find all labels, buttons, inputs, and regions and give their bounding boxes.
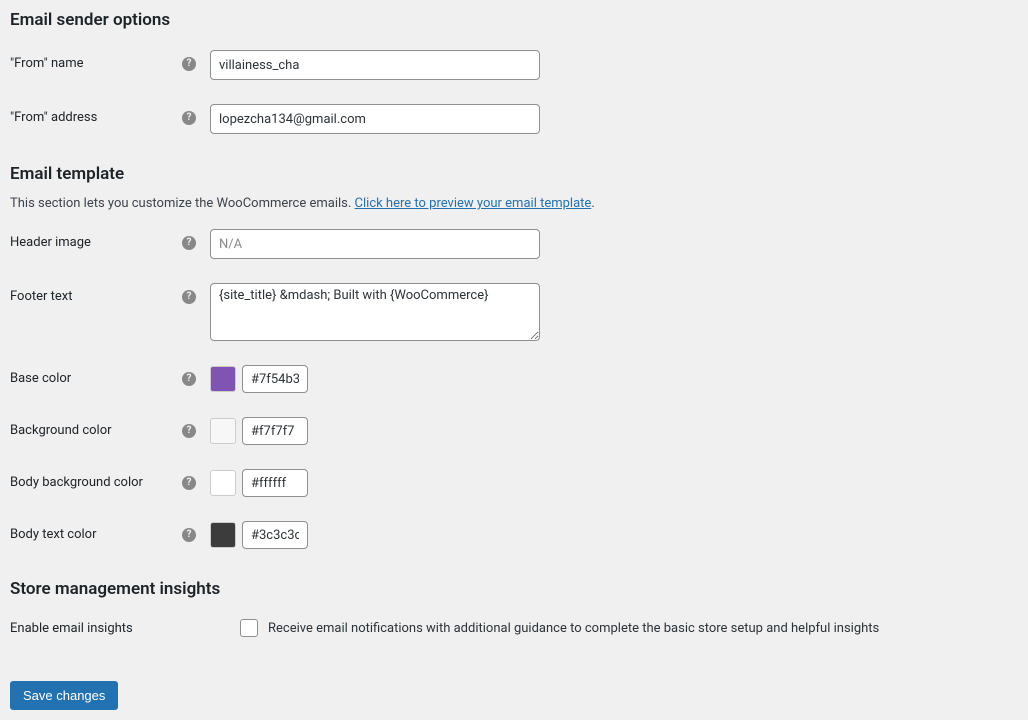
help-icon[interactable]: ? bbox=[182, 290, 196, 304]
enable-insights-row: Enable email insights Receive email noti… bbox=[10, 619, 1018, 637]
help-icon[interactable]: ? bbox=[182, 111, 196, 125]
from-name-label: "From" name bbox=[10, 56, 84, 71]
background-color-input[interactable] bbox=[242, 417, 308, 445]
footer-text-row: Footer text ? bbox=[10, 283, 1018, 341]
footer-text-input[interactable] bbox=[210, 283, 540, 341]
body-bg-color-swatch[interactable] bbox=[210, 470, 236, 496]
help-icon[interactable]: ? bbox=[182, 424, 196, 438]
header-image-row: Header image ? bbox=[10, 229, 1018, 259]
save-button[interactable]: Save changes bbox=[10, 681, 118, 710]
footer-text-label: Footer text bbox=[10, 289, 73, 304]
background-color-swatch[interactable] bbox=[210, 418, 236, 444]
from-name-input[interactable] bbox=[210, 50, 540, 80]
from-address-label: "From" address bbox=[10, 110, 97, 125]
body-text-color-swatch[interactable] bbox=[210, 522, 236, 548]
help-icon[interactable]: ? bbox=[182, 528, 196, 542]
header-image-input[interactable] bbox=[210, 229, 540, 259]
body-text-color-input[interactable] bbox=[242, 521, 308, 549]
template-desc-prefix: This section lets you customize the WooC… bbox=[10, 196, 355, 211]
from-address-input[interactable] bbox=[210, 104, 540, 134]
header-image-label: Header image bbox=[10, 235, 91, 250]
help-icon[interactable]: ? bbox=[182, 372, 196, 386]
body-text-color-label: Body text color bbox=[10, 527, 97, 542]
base-color-input[interactable] bbox=[242, 365, 308, 393]
body-bg-color-label: Body background color bbox=[10, 475, 143, 490]
background-color-row: Background color ? bbox=[10, 417, 1018, 445]
background-color-label: Background color bbox=[10, 423, 112, 438]
base-color-swatch[interactable] bbox=[210, 366, 236, 392]
help-icon[interactable]: ? bbox=[182, 476, 196, 490]
body-text-color-row: Body text color ? bbox=[10, 521, 1018, 549]
insights-heading: Store management insights bbox=[10, 579, 1018, 599]
enable-insights-checkbox[interactable] bbox=[240, 619, 258, 637]
preview-template-link[interactable]: Click here to preview your email templat… bbox=[355, 196, 592, 211]
body-bg-color-row: Body background color ? bbox=[10, 469, 1018, 497]
template-description: This section lets you customize the WooC… bbox=[10, 196, 1018, 211]
from-name-row: "From" name ? bbox=[10, 50, 1018, 80]
base-color-label: Base color bbox=[10, 371, 71, 386]
email-sender-heading: Email sender options bbox=[10, 10, 1018, 30]
enable-insights-label: Enable email insights bbox=[10, 621, 133, 636]
email-template-heading: Email template bbox=[10, 164, 1018, 184]
body-bg-color-input[interactable] bbox=[242, 469, 308, 497]
help-icon[interactable]: ? bbox=[182, 236, 196, 250]
enable-insights-text: Receive email notifications with additio… bbox=[268, 621, 879, 636]
base-color-row: Base color ? bbox=[10, 365, 1018, 393]
from-address-row: "From" address ? bbox=[10, 104, 1018, 134]
template-desc-suffix: . bbox=[591, 196, 594, 211]
help-icon[interactable]: ? bbox=[182, 57, 196, 71]
